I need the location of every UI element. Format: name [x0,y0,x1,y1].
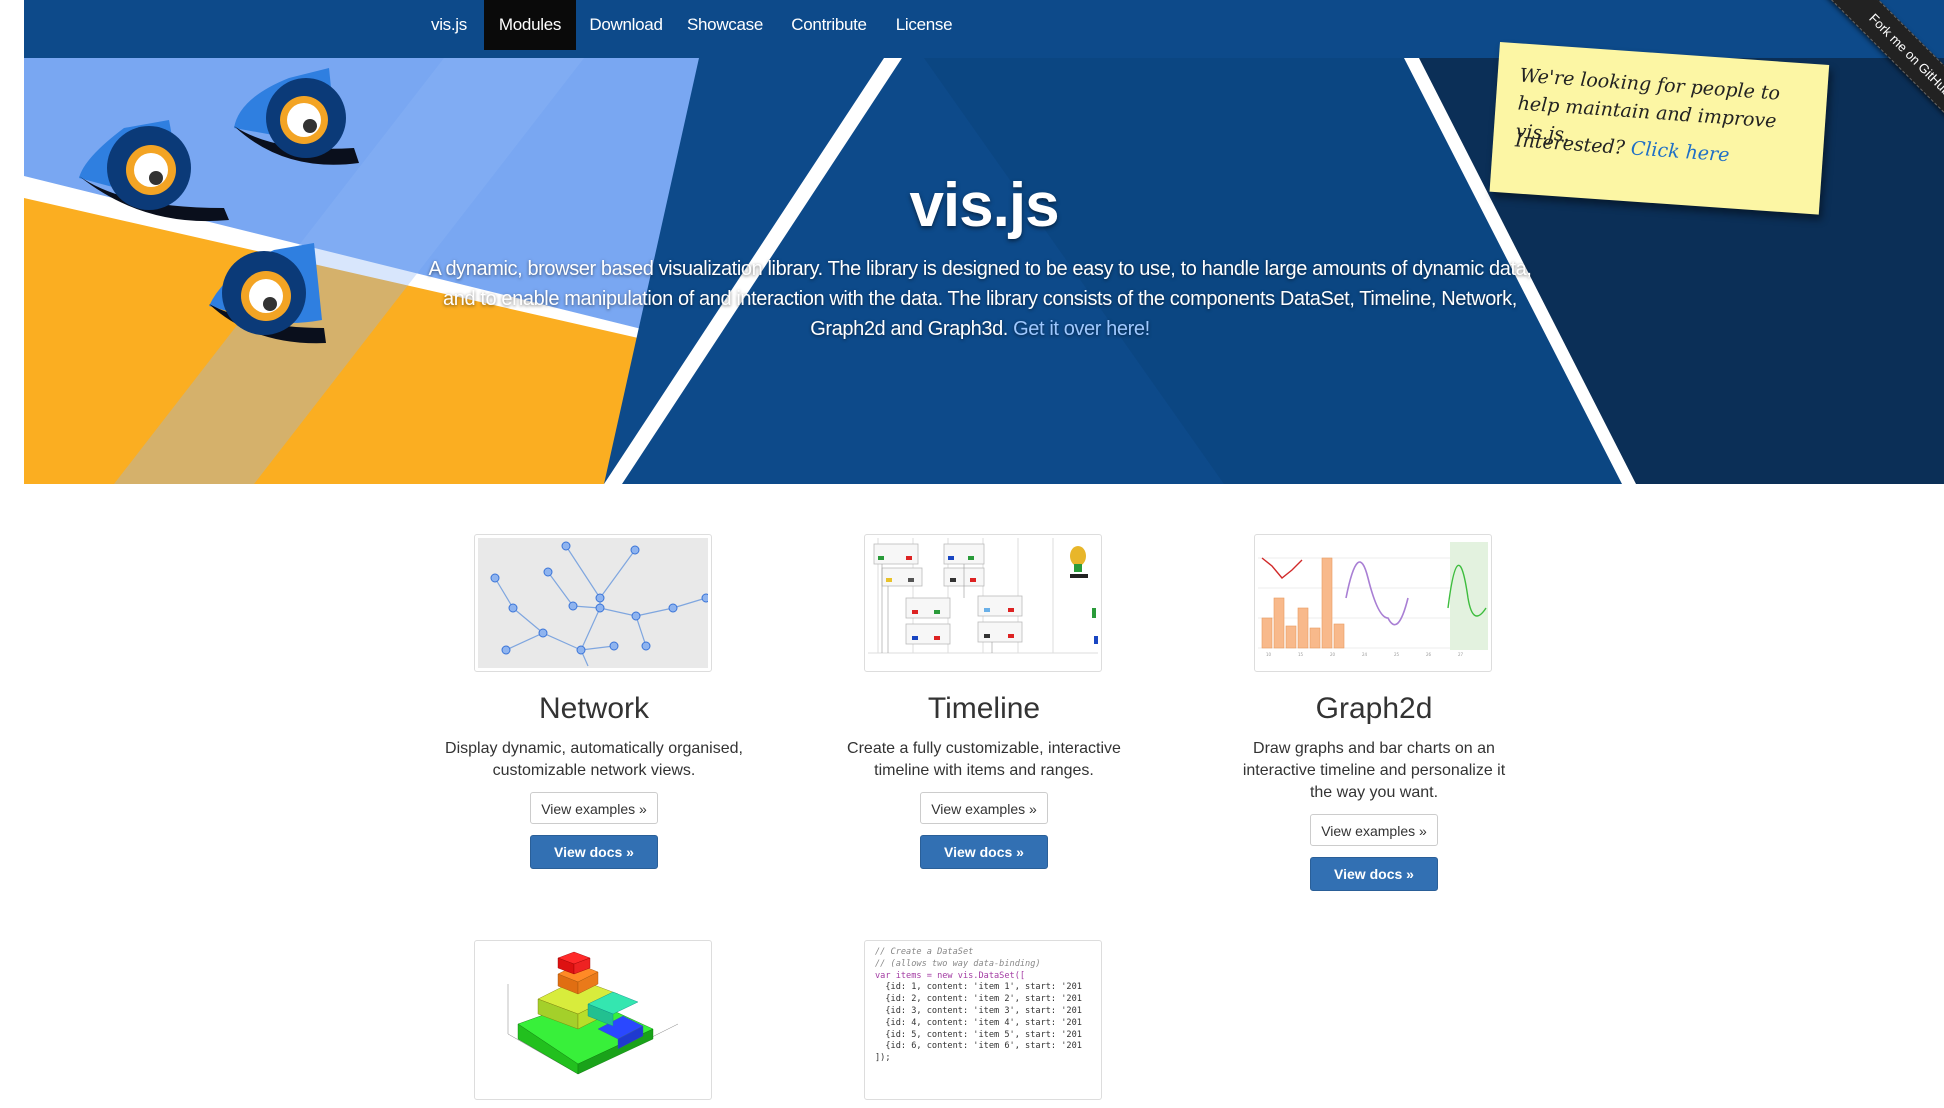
nav-item-modules[interactable]: Modules [484,0,576,50]
hero-description-text: A dynamic, browser based visualization l… [428,258,1532,340]
module-card-network: Network Display dynamic, automatically o… [434,534,754,874]
nav-item-license[interactable]: License [884,0,964,50]
timeline-thumbnail[interactable] [864,534,1102,672]
network-view-examples-button[interactable]: View examples » [530,792,658,824]
nav-item-showcase[interactable]: Showcase [676,0,774,50]
code-line-4: {id: 1, content: 'item 1', start: '201 [875,982,1082,993]
graph3d-thumbnail[interactable] [474,940,712,1100]
code-line-9: {id: 6, content: 'item 6', start: '201 [875,1041,1082,1052]
dataset-code-sample: // Create a DataSet // (allows two way d… [875,947,1082,1065]
code-line-6: {id: 3, content: 'item 3', start: '201 [875,1005,1082,1016]
top-navbar: vis.js Modules Download Showcase Contrib… [24,0,1944,58]
module-card-timeline: Timeline Create a fully customizable, in… [824,534,1144,874]
network-view-docs-button[interactable]: View docs » [530,835,658,869]
svg-text:25: 25 [1394,652,1400,657]
graph3d-preview-image [478,944,708,1094]
code-line-3: var items = new vis.DataSet([ [875,970,1026,981]
page-left-gutter [0,0,24,1108]
nav-item-download[interactable]: Download [578,0,674,50]
code-line-7: {id: 4, content: 'item 4', start: '201 [875,1017,1082,1028]
maintainer-sticky-note: We're looking for people to help maintai… [1489,42,1830,215]
nav-item-home[interactable]: vis.js [416,0,482,50]
graph2d-thumbnail[interactable]: 10 15 20 24 25 26 27 [1254,534,1492,672]
timeline-view-docs-button[interactable]: View docs » [920,835,1048,869]
code-line-2: // (allows two way data-binding) [875,958,1041,969]
graph2d-preview-image: 10 15 20 24 25 26 27 [1258,538,1488,668]
svg-text:27: 27 [1458,652,1464,657]
timeline-description: Create a fully customizable, interactive… [847,740,1121,779]
graph2d-view-docs-button[interactable]: View docs » [1310,857,1438,891]
dataset-thumbnail[interactable]: // Create a DataSet // (allows two way d… [864,940,1102,1100]
timeline-preview-image [868,538,1098,668]
code-line-10: ]); [875,1053,891,1064]
network-preview-image [478,538,711,668]
svg-text:10: 10 [1266,652,1272,657]
timeline-title: Timeline [927,692,1041,725]
get-it-link[interactable]: Get it over here! [1013,318,1150,340]
code-line-5: {id: 2, content: 'item 2', start: '201 [875,994,1082,1005]
timeline-view-examples-button[interactable]: View examples » [920,792,1048,824]
svg-text:26: 26 [1426,652,1432,657]
svg-text:20: 20 [1330,652,1336,657]
svg-text:15: 15 [1298,652,1304,657]
network-description: Display dynamic, automatically organised… [445,740,743,779]
module-card-graph2d: 10 15 20 24 25 26 27 Graph2d Draw graphs and … [1214,534,1534,894]
code-line-1: // Create a DataSet [875,947,974,957]
nav-item-contribute[interactable]: Contribute [776,0,882,50]
code-line-8: {id: 5, content: 'item 5', start: '201 [875,1029,1082,1040]
graph2d-title: Graph2d [1315,692,1433,725]
network-thumbnail[interactable] [474,534,712,672]
graph2d-description: Draw graphs and bar charts on an interac… [1242,740,1506,801]
graph2d-view-examples-button[interactable]: View examples » [1310,814,1438,846]
network-title: Network [538,692,650,725]
hero-description: A dynamic, browser based visualization l… [410,254,1550,344]
svg-text:24: 24 [1362,652,1368,657]
